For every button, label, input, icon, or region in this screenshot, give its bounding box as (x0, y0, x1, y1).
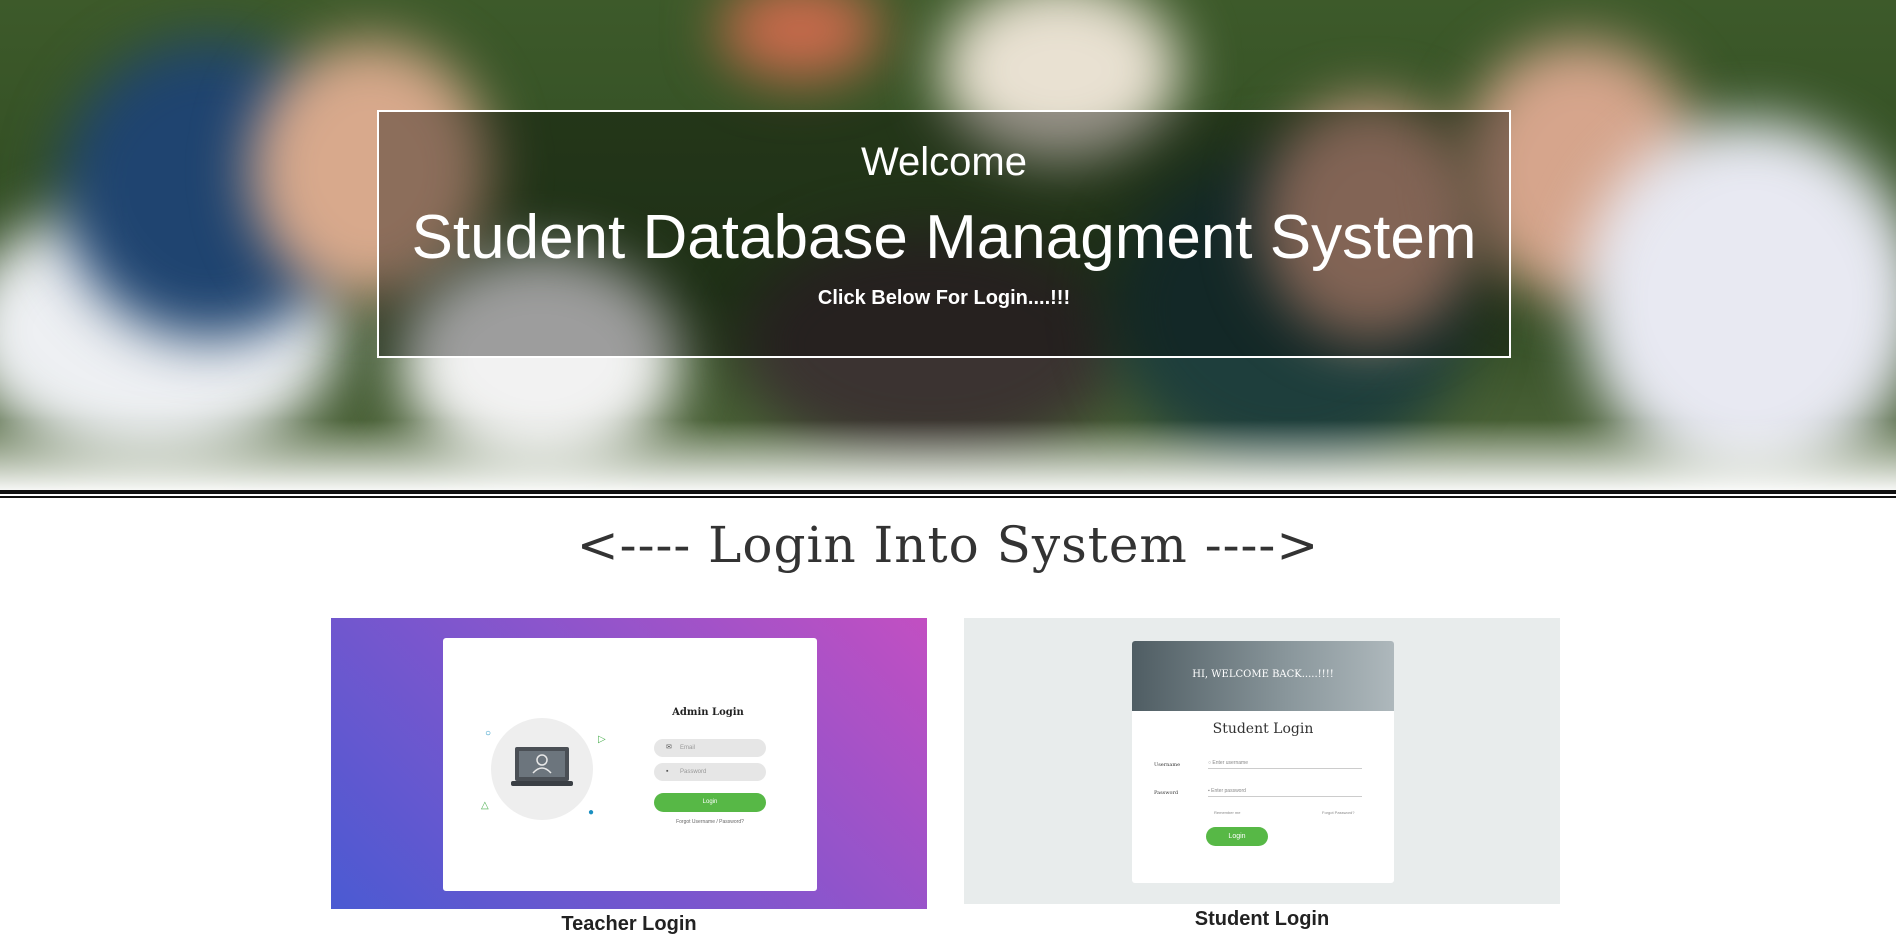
student-login-title: Student Login (1212, 721, 1314, 737)
password-field: ▪ Password (654, 763, 766, 781)
email-field: ✉ Email (654, 739, 766, 757)
student-login-link[interactable]: HI, WELCOME BACK.....!!!! Student Login … (964, 618, 1560, 904)
laptop-icon (511, 747, 573, 786)
username-placeholder: Enter username (1212, 760, 1248, 766)
welcome-banner: HI, WELCOME BACK.....!!!! (1132, 641, 1394, 711)
triangle-shape-icon: ▷ (598, 734, 606, 745)
circle-shape-icon: ○ (485, 728, 492, 739)
forgot-password-text: Forgot Password? (1322, 810, 1355, 815)
welcome-banner-text: HI, WELCOME BACK.....!!!! (1192, 669, 1334, 680)
dot-shape-icon: ● (588, 807, 595, 818)
envelope-icon: ✉ (666, 744, 672, 751)
password-label: Password (1154, 790, 1179, 796)
email-placeholder: Email (680, 745, 696, 751)
login-instruction: Click Below For Login....!!! (817, 287, 1071, 309)
hero-fade (0, 420, 1896, 490)
password-placeholder: Enter password (1211, 788, 1246, 794)
student-login-preview: HI, WELCOME BACK.....!!!! Student Login … (1132, 641, 1394, 883)
teacher-login-label[interactable]: Teacher Login (331, 913, 927, 936)
section-heading: <---- Login Into System ----> (576, 516, 1320, 574)
divider-line (0, 490, 1896, 494)
teacher-login-link[interactable]: ○ ▷ △ ● Admin Login ✉ Email ▪ Password L… (331, 618, 927, 909)
admin-login-title: Admin Login (672, 707, 744, 718)
password-field: ▪ Enter password (1208, 786, 1362, 797)
user-icon: ○ (1208, 760, 1212, 766)
preview-login-button: Login (1206, 827, 1268, 846)
teacher-login-preview: ○ ▷ △ ● Admin Login ✉ Email ▪ Password L… (443, 638, 817, 891)
username-field: ○ Enter username (1208, 758, 1362, 769)
username-label: Username (1154, 762, 1181, 768)
student-login-label[interactable]: Student Login (964, 908, 1560, 931)
site-title: Student Database Managment System (411, 203, 1477, 272)
hero-title-box: Welcome Student Database Managment Syste… (377, 110, 1511, 358)
preview-login-button: Login (654, 793, 766, 812)
welcome-text: Welcome (861, 140, 1027, 184)
hero-banner: Welcome Student Database Managment Syste… (0, 0, 1896, 490)
forgot-link-text: Forgot Username / Password? (676, 819, 744, 825)
password-placeholder: Password (680, 769, 707, 775)
divider-line (0, 496, 1896, 498)
lock-icon: ▪ (666, 768, 669, 775)
remember-me-text: Remember me (1214, 810, 1241, 815)
lock-icon: ▪ (1208, 788, 1210, 794)
triangle-shape-icon: △ (481, 800, 489, 811)
blurred-photo-shape (720, 0, 880, 80)
